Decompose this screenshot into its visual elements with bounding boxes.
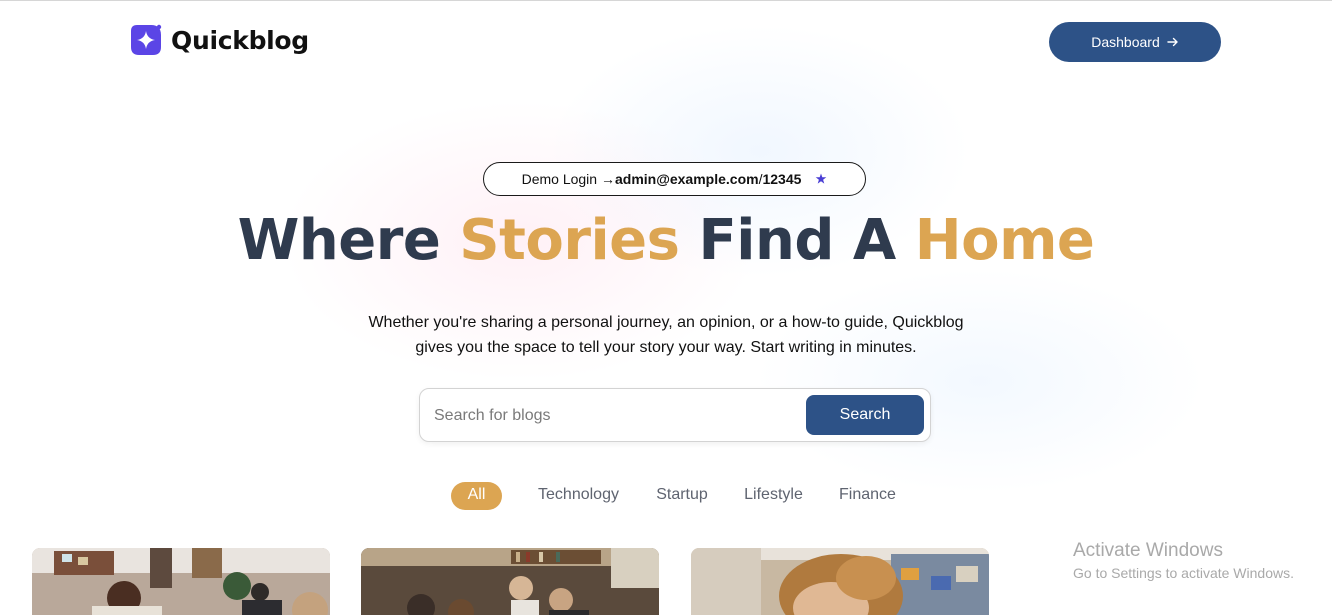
blog-card-image xyxy=(691,548,989,615)
category-tabs: All Technology Startup Lifestyle Finance xyxy=(0,482,1332,510)
tab-finance[interactable]: Finance xyxy=(834,482,901,510)
demo-login-badge: Demo Login → admin@example.com / 12345 xyxy=(483,162,866,196)
windows-watermark-subtitle: Go to Settings to activate Windows. xyxy=(1073,565,1294,581)
headline-word-where: Where xyxy=(237,208,460,273)
tab-startup[interactable]: Startup xyxy=(651,482,713,510)
search-bar: Search xyxy=(419,388,931,442)
star-icon xyxy=(816,173,827,184)
landing-page: Quickblog Dashboard Demo Login → admin@e… xyxy=(0,0,1332,615)
search-button[interactable]: Search xyxy=(806,395,924,435)
windows-watermark-title: Activate Windows xyxy=(1073,540,1223,561)
tab-technology[interactable]: Technology xyxy=(531,482,626,510)
blog-card[interactable] xyxy=(691,548,989,615)
blog-card[interactable] xyxy=(361,548,659,615)
headline-word-home: Home xyxy=(914,208,1095,273)
tab-lifestyle[interactable]: Lifestyle xyxy=(738,482,809,510)
blog-card-image xyxy=(361,548,659,615)
demo-login-password: 12345 xyxy=(762,171,802,187)
arrow-right-icon xyxy=(1167,37,1178,47)
brand-name: Quickblog xyxy=(171,25,309,55)
headline-word-stories: Stories xyxy=(459,208,680,273)
sparkle-logo-icon xyxy=(131,24,162,55)
hero-subtext: Whether you're sharing a personal journe… xyxy=(316,310,1016,360)
hero-headline: Where Stories Find A Home xyxy=(0,208,1332,273)
blog-card-image xyxy=(32,548,330,615)
demo-login-email: admin@example.com xyxy=(614,171,759,187)
dashboard-button[interactable]: Dashboard xyxy=(1049,22,1221,62)
blog-card[interactable] xyxy=(32,548,330,615)
tab-all[interactable]: All xyxy=(451,482,502,510)
dashboard-label: Dashboard xyxy=(1091,34,1160,50)
hero-subtext-line-2: gives you the space to tell your story y… xyxy=(415,339,917,356)
demo-login-prefix: Demo Login → xyxy=(521,171,615,187)
hero-subtext-line-1: Whether you're sharing a personal journe… xyxy=(368,314,964,331)
brand-logo[interactable]: Quickblog xyxy=(129,23,309,57)
search-input[interactable] xyxy=(434,401,804,431)
headline-word-find-a: Find A xyxy=(679,208,915,273)
